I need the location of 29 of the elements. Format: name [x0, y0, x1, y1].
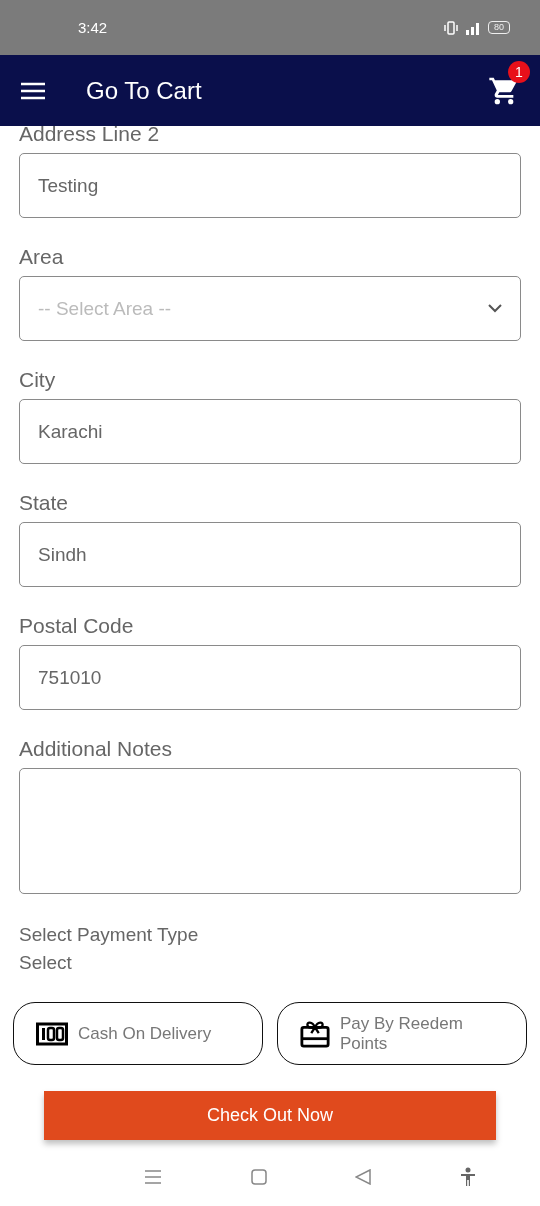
input-field[interactable]: Karachi: [19, 399, 521, 464]
status-time: 3:42: [78, 19, 109, 36]
payment-title: Select Payment Type: [19, 923, 200, 947]
input-field[interactable]: Sindh: [19, 522, 521, 587]
banknote-icon: [36, 1021, 68, 1046]
recents-icon[interactable]: [144, 1169, 163, 1185]
field-label: State: [19, 491, 70, 515]
app-title: Go To Cart: [86, 76, 203, 105]
chevron-down-icon: [488, 304, 502, 313]
field-label: Area: [19, 245, 65, 269]
back-icon[interactable]: [355, 1169, 372, 1185]
menu-icon[interactable]: [20, 80, 46, 101]
input-field[interactable]: 751010: [19, 645, 521, 710]
payment-option[interactable]: Pay By Reedem Points: [277, 1002, 527, 1065]
field-label: Address Line 2: [19, 122, 161, 146]
field-label: Additional Notes: [19, 737, 173, 761]
checkout-button[interactable]: Check Out Now: [44, 1091, 496, 1140]
accessibility-icon[interactable]: [459, 1167, 476, 1187]
home-icon[interactable]: [250, 1169, 267, 1185]
payment-subtitle: Select: [19, 951, 73, 975]
field-label: City: [19, 368, 57, 392]
battery-level: 80: [488, 21, 510, 34]
input-field[interactable]: Testing: [19, 153, 521, 218]
vibrate-icon: [444, 20, 458, 35]
cart-count-badge: 1: [508, 60, 530, 83]
payment-option[interactable]: Cash On Delivery: [13, 1002, 263, 1065]
notes-field[interactable]: [19, 768, 521, 894]
signal-icon: [464, 20, 482, 35]
field-label: Postal Code: [19, 614, 135, 638]
